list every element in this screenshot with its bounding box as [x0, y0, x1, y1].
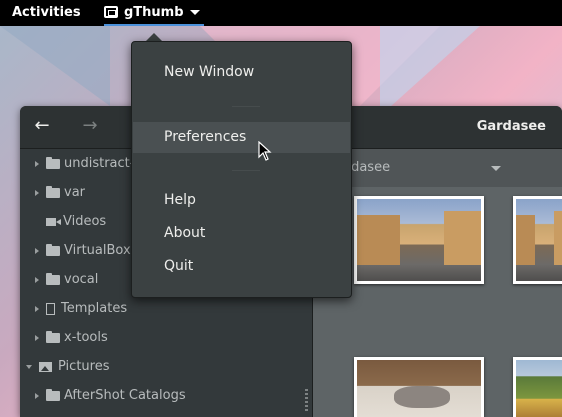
wallpaper-shape	[0, 26, 110, 106]
chevron-down-icon[interactable]	[491, 166, 501, 171]
wallpaper-shape	[380, 26, 480, 116]
tree-item-label: VirtualBox	[64, 243, 131, 258]
menu-separator	[232, 170, 260, 171]
expander-icon[interactable]	[35, 334, 39, 341]
tree-item-aftershot-catalogs[interactable]: AfterShot Catalogs	[20, 381, 312, 410]
window-title: Gardasee	[476, 119, 546, 134]
chevron-down-icon	[189, 9, 200, 15]
tree-item-label: undistract-	[64, 156, 135, 171]
tree-item-label: Videos	[63, 214, 107, 229]
folder-icon	[46, 388, 60, 401]
tree-item-label: var	[64, 185, 86, 200]
folder-icon	[46, 243, 60, 256]
tree-item-pictures[interactable]: Pictures	[20, 352, 312, 381]
image-thumbnail[interactable]	[513, 357, 562, 417]
image-thumbnail[interactable]	[513, 196, 562, 284]
tree-item-x-tools[interactable]: x-tools	[20, 323, 312, 352]
expander-icon[interactable]	[35, 189, 39, 196]
gthumb-app-icon	[104, 6, 118, 18]
back-button[interactable]: ←	[30, 115, 54, 139]
expander-icon[interactable]	[35, 305, 39, 312]
menu-item-preferences[interactable]: Preferences	[133, 122, 350, 153]
folder-icon	[46, 272, 60, 285]
tree-item-label: AfterShot Catalogs	[64, 388, 186, 403]
expander-icon[interactable]	[35, 247, 39, 254]
tree-item-label: Templates	[61, 301, 128, 316]
pane-resize-handle[interactable]	[305, 389, 308, 413]
expander-open-icon[interactable]	[26, 364, 32, 369]
tree-item-label: Pictures	[58, 359, 110, 374]
menu-item-quit[interactable]: Quit	[133, 251, 350, 282]
folder-icon	[46, 156, 60, 169]
forward-button[interactable]: →	[78, 115, 102, 139]
activities-button[interactable]: Activities	[12, 5, 81, 20]
menu-item-about[interactable]: About	[133, 218, 350, 249]
video-camera-icon	[46, 217, 61, 226]
tree-item-label: x-tools	[64, 330, 108, 345]
image-thumbnail[interactable]	[354, 196, 484, 284]
menu-separator	[232, 106, 260, 107]
document-icon	[46, 302, 55, 315]
image-thumbnail[interactable]	[354, 357, 484, 417]
expander-icon[interactable]	[35, 276, 39, 283]
expander-icon[interactable]	[35, 392, 39, 399]
folder-icon	[46, 185, 60, 198]
pictures-icon	[39, 361, 52, 372]
folder-icon	[46, 330, 60, 343]
app-menu-label: gThumb	[124, 4, 184, 20]
menu-item-help[interactable]: Help	[133, 185, 350, 216]
mouse-pointer-icon	[258, 141, 272, 161]
expander-icon[interactable]	[35, 160, 39, 167]
top-bar: Activities gThumb	[0, 0, 562, 26]
app-menu-button[interactable]: gThumb	[104, 0, 204, 26]
app-menu-popover: New Window Preferences Help About Quit	[131, 41, 352, 298]
tree-item-templates[interactable]: Templates	[20, 294, 312, 323]
menu-item-new-window[interactable]: New Window	[133, 57, 350, 88]
tree-item-label: vocal	[64, 272, 99, 287]
